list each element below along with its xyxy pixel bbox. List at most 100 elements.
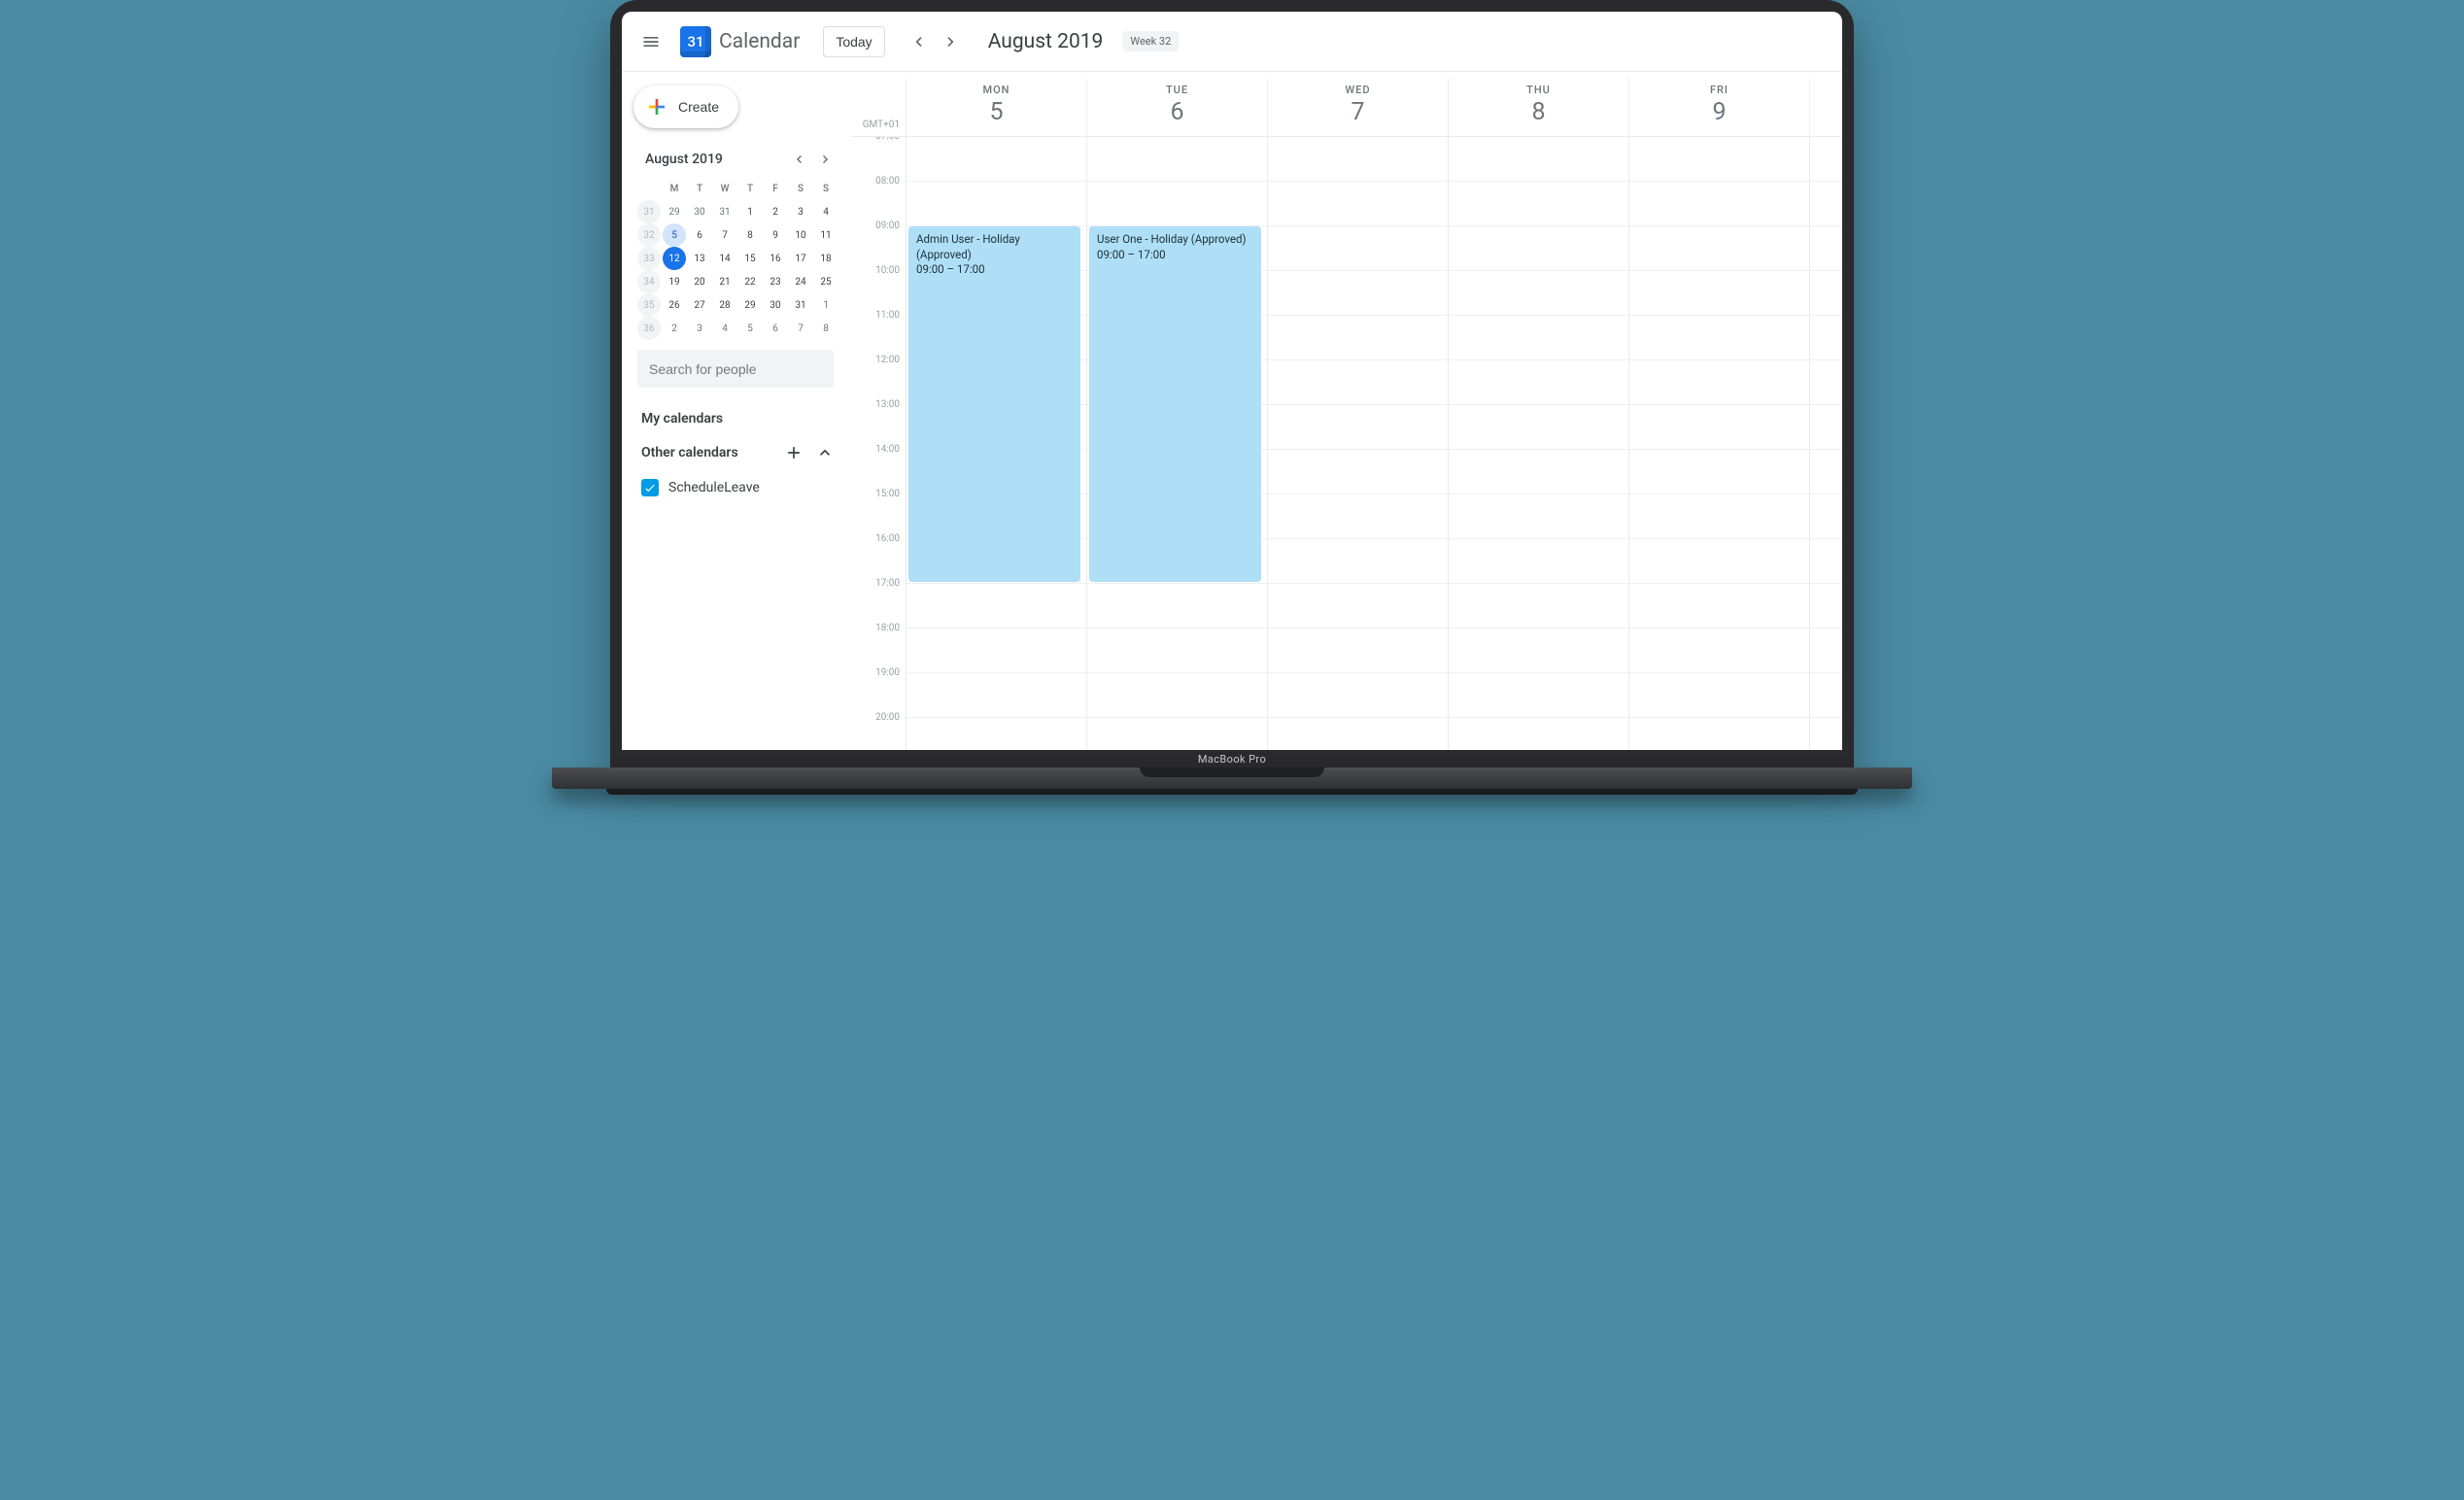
mini-week-number: 36 (637, 317, 661, 340)
day-number-label: 5 (907, 98, 1086, 126)
mini-day-cell[interactable]: 16 (764, 247, 787, 270)
mini-day-cell[interactable]: 6 (688, 223, 711, 247)
mini-day-cell[interactable]: 29 (738, 293, 762, 317)
mini-day-cell[interactable]: 5 (738, 317, 762, 340)
mini-day-cell[interactable]: 7 (789, 317, 812, 340)
mini-day-cell[interactable]: 29 (663, 200, 686, 223)
create-button[interactable]: Create (633, 85, 738, 128)
day-column[interactable] (1448, 137, 1628, 750)
day-column[interactable]: Admin User - Holiday (Approved)09:00 – 1… (906, 137, 1086, 750)
add-other-calendar-button[interactable] (781, 440, 806, 465)
day-column-header[interactable]: WED 7 (1267, 78, 1448, 136)
mini-day-cell[interactable]: 20 (688, 270, 711, 293)
hour-label: 11:00 (875, 310, 900, 321)
mini-dow-label: T (688, 177, 711, 200)
day-column-header[interactable]: TUE6 (1086, 78, 1267, 136)
main-menu-button[interactable] (632, 22, 670, 61)
chevron-right-icon (941, 32, 961, 51)
mini-day-cell[interactable]: 14 (713, 247, 736, 270)
calendar-list-item[interactable]: ScheduleLeave (641, 479, 841, 496)
prev-week-button[interactable] (903, 26, 934, 57)
mini-day-cell[interactable]: 5 (663, 223, 686, 247)
collapse-other-calendars-button[interactable] (812, 440, 838, 465)
mini-day-cell[interactable]: 28 (713, 293, 736, 317)
my-calendars-label[interactable]: My calendars (641, 411, 841, 426)
brand: 31 Calendar (680, 26, 800, 57)
mini-day-cell[interactable]: 24 (789, 270, 812, 293)
mini-day-cell[interactable]: 22 (738, 270, 762, 293)
mini-day-cell[interactable]: 31 (713, 200, 736, 223)
day-column[interactable] (1628, 137, 1809, 750)
mini-day-cell[interactable]: 9 (764, 223, 787, 247)
mini-day-cell[interactable]: 23 (764, 270, 787, 293)
mini-day-cell[interactable]: 17 (789, 247, 812, 270)
mini-day-cell[interactable]: 18 (814, 247, 838, 270)
event-time: 09:00 – 17:00 (916, 262, 1073, 278)
mini-day-cell[interactable]: 6 (764, 317, 787, 340)
mini-day-cell[interactable]: 26 (663, 293, 686, 317)
day-column-header[interactable]: FRI9 (1628, 78, 1809, 136)
hour-label: 19:00 (875, 667, 900, 678)
next-week-button[interactable] (936, 26, 967, 57)
mini-day-cell[interactable]: 31 (789, 293, 812, 317)
time-gutter: 07:0008:0009:0010:0011:0012:0013:0014:00… (851, 137, 906, 750)
day-column[interactable]: User One - Holiday (Approved)09:00 – 17:… (1086, 137, 1267, 750)
calendar-event[interactable]: Admin User - Holiday (Approved)09:00 – 1… (908, 226, 1080, 582)
mini-prev-month-button[interactable] (787, 148, 810, 171)
mini-day-cell[interactable]: 2 (764, 200, 787, 223)
mini-day-cell[interactable]: 1 (738, 200, 762, 223)
mini-day-cell[interactable]: 21 (713, 270, 736, 293)
mini-dow-label: T (738, 177, 762, 200)
event-title: User One - Holiday (Approved) (1097, 232, 1253, 248)
calendar-checkbox[interactable] (641, 479, 659, 496)
day-column-header[interactable]: MON5 (906, 78, 1086, 136)
day-of-week-label: WED (1268, 84, 1448, 96)
mini-day-cell[interactable]: 11 (814, 223, 838, 247)
day-of-week-label: TUE (1087, 84, 1267, 96)
mini-day-cell[interactable]: 4 (713, 317, 736, 340)
plus-multicolor-icon (645, 95, 668, 119)
mini-day-cell[interactable]: 7 (713, 223, 736, 247)
mini-dow-label: S (814, 177, 838, 200)
mini-day-cell[interactable]: 13 (688, 247, 711, 270)
mini-day-cell[interactable]: 4 (814, 200, 838, 223)
hour-label: 13:00 (875, 399, 900, 410)
day-number-label: 7 (1268, 98, 1448, 126)
chevron-left-icon (908, 32, 928, 51)
mini-day-cell[interactable]: 1 (814, 293, 838, 317)
create-button-label: Create (678, 99, 719, 115)
mini-day-cell[interactable]: 10 (789, 223, 812, 247)
mini-day-cell[interactable]: 27 (688, 293, 711, 317)
mini-day-cell[interactable]: 8 (738, 223, 762, 247)
mini-day-cell[interactable]: 2 (663, 317, 686, 340)
day-column[interactable] (1267, 137, 1448, 750)
mini-day-cell[interactable]: 8 (814, 317, 838, 340)
mini-week-number: 34 (637, 270, 661, 293)
mini-cal-title: August 2019 (645, 152, 723, 167)
week-grid-scroll[interactable]: 07:0008:0009:0010:0011:0012:0013:0014:00… (851, 137, 1842, 750)
chevron-right-icon (818, 152, 834, 167)
mini-week-number: 35 (637, 293, 661, 317)
mini-next-month-button[interactable] (814, 148, 838, 171)
event-time: 09:00 – 17:00 (1097, 248, 1253, 263)
other-calendars-label[interactable]: Other calendars (641, 445, 738, 460)
mini-dow-label: M (663, 177, 686, 200)
chevron-up-icon (815, 443, 835, 462)
mini-day-cell[interactable]: 30 (688, 200, 711, 223)
today-button[interactable]: Today (823, 26, 884, 57)
mini-day-cell[interactable]: 3 (789, 200, 812, 223)
mini-day-cell[interactable]: 19 (663, 270, 686, 293)
mini-day-cell[interactable]: 15 (738, 247, 762, 270)
mini-day-cell[interactable]: 3 (688, 317, 711, 340)
mini-day-cell[interactable]: 12 (663, 247, 686, 270)
hamburger-icon (641, 32, 661, 51)
calendar-event[interactable]: User One - Holiday (Approved)09:00 – 17:… (1089, 226, 1261, 582)
day-column-header[interactable]: THU8 (1448, 78, 1628, 136)
mini-day-cell[interactable]: 25 (814, 270, 838, 293)
mini-day-cell[interactable]: 30 (764, 293, 787, 317)
people-search[interactable] (637, 350, 834, 388)
calendar-app: 31 Calendar Today August 2019 Week 32 (622, 12, 1842, 750)
mini-cal-nav (787, 148, 838, 171)
people-search-input[interactable] (649, 361, 822, 377)
calendar-name-label: ScheduleLeave (668, 480, 760, 495)
